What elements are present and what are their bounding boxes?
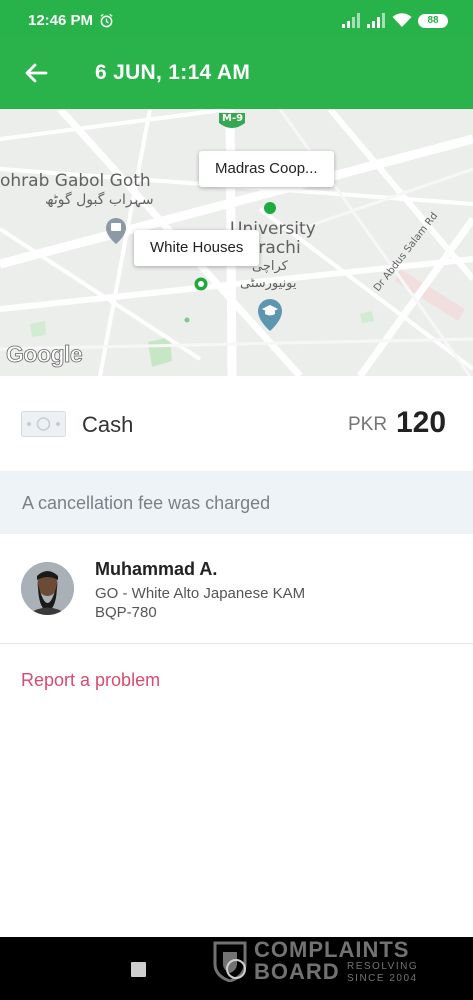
page-title: 6 JUN, 1:14 AM: [95, 61, 251, 84]
driver-name: Muhammad A.: [95, 559, 218, 579]
square-icon[interactable]: [131, 962, 146, 977]
arrow-left-icon[interactable]: [22, 59, 50, 87]
watermark-tag1: RESOLVING: [347, 961, 419, 972]
wifi-icon: [392, 13, 412, 27]
driver-row: Muhammad A. GO - White Alto Japanese KAM…: [0, 534, 473, 644]
app-bar: 6 JUN, 1:14 AM: [0, 37, 473, 109]
map-label-sohrab-urdu: سہراب گبول گوٹھ: [45, 192, 154, 208]
system-nav-bar: COMPLAINTS BOARD RESOLVING SINCE 2004: [0, 937, 473, 1000]
shield-icon: [213, 941, 247, 982]
pickup-callout[interactable]: Madras Coop...: [199, 151, 334, 187]
status-bar: 12:46 PM 88: [0, 0, 473, 37]
driver-vehicle: GO - White Alto Japanese KAM: [95, 585, 306, 602]
battery-indicator: 88: [418, 14, 448, 28]
cash-icon: [21, 411, 66, 437]
status-time: 12:46 PM: [28, 12, 94, 29]
cancellation-notice: A cancellation fee was charged: [0, 471, 473, 534]
signal-icon: [342, 13, 360, 28]
payment-method: Cash: [82, 412, 134, 437]
fare-amount: 120: [396, 406, 447, 439]
map-label-sohrab: ohrab Gabol Goth: [0, 171, 151, 191]
report-problem-link[interactable]: Report a problem: [21, 670, 160, 691]
dropoff-callout[interactable]: White Houses: [134, 230, 260, 266]
watermark-line2: BOARD: [254, 959, 340, 984]
map-label-university-urdu: یونیورسٹی: [240, 276, 297, 291]
trip-map[interactable]: M-9 ohrab Gabol Goth سہراب گبول گوٹھ Uni…: [0, 109, 473, 376]
cancellation-notice-text: A cancellation fee was charged: [22, 493, 271, 513]
driver-avatar: [21, 562, 74, 615]
watermark-tag2: SINCE 2004: [347, 973, 418, 984]
driver-plate: BQP-780: [95, 604, 157, 621]
highway-label: M-9: [222, 113, 244, 124]
google-logo: Google: [6, 341, 84, 368]
alarm-clock-icon: [100, 13, 113, 28]
watermark-tagline: RESOLVING SINCE 2004: [347, 961, 418, 985]
payment-row: Cash PKR 120: [0, 376, 473, 471]
currency-label: PKR: [348, 414, 388, 435]
signal-icon: [367, 13, 385, 28]
watermark: COMPLAINTS BOARD RESOLVING SINCE 2004: [212, 937, 432, 1000]
